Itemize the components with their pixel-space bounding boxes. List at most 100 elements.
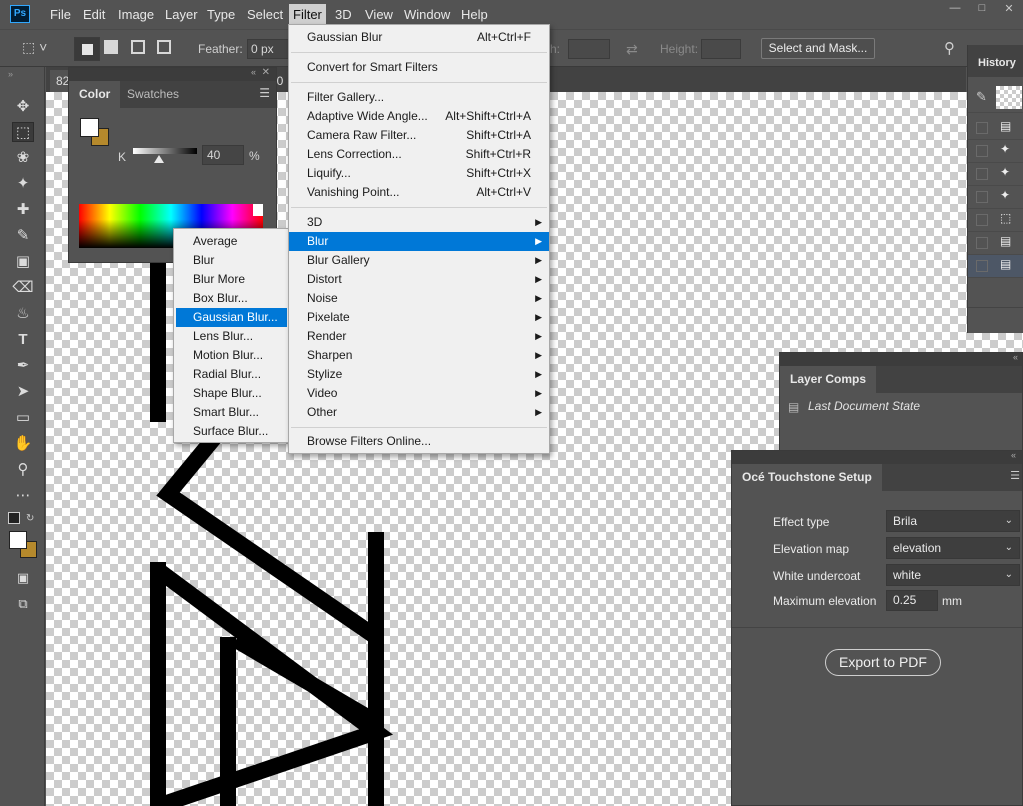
menu-help[interactable]: Help xyxy=(461,7,488,22)
menu-item-browse-filters-online[interactable]: Browse Filters Online... xyxy=(289,432,549,451)
menu-layer[interactable]: Layer xyxy=(165,7,198,22)
k-value-input[interactable]: 40 xyxy=(202,145,244,165)
marquee-tool-icon[interactable]: ⬚ xyxy=(12,122,34,142)
magic-wand-tool-icon[interactable]: ✦ xyxy=(12,174,34,194)
white-undercoat-select[interactable]: white ⌄ xyxy=(886,564,1020,586)
brush-tool-icon[interactable]: ✎ xyxy=(12,226,34,246)
k-slider-thumb[interactable] xyxy=(153,155,164,163)
menu-item-blur-gallery[interactable]: Blur Gallery ▶ xyxy=(289,251,549,270)
maximize-icon[interactable]: □ xyxy=(973,2,991,16)
menu-item-stylize[interactable]: Stylize ▶ xyxy=(289,365,549,384)
submenu-item-gaussian-blur[interactable]: Gaussian Blur... xyxy=(176,308,287,327)
path-selection-tool-icon[interactable]: ➤ xyxy=(12,382,34,402)
menu-type[interactable]: Type xyxy=(207,7,235,22)
width-input[interactable] xyxy=(568,39,610,59)
history-row-active[interactable]: ▤ xyxy=(968,255,1023,278)
menu-filter[interactable]: Filter xyxy=(289,4,326,25)
submenu-item-box-blur[interactable]: Box Blur... xyxy=(176,289,287,308)
tab-swatches[interactable]: Swatches xyxy=(117,81,189,108)
menu-item-noise[interactable]: Noise ▶ xyxy=(289,289,549,308)
stamp-tool-icon[interactable]: ▣ xyxy=(12,252,34,272)
tab-oce-touchstone-setup[interactable]: Océ Touchstone Setup xyxy=(732,464,882,491)
panel-menu-icon[interactable]: ☰ xyxy=(259,86,270,100)
menu-item-camera-raw[interactable]: Camera Raw Filter... Shift+Ctrl+A xyxy=(289,126,549,145)
white-swatch[interactable] xyxy=(253,204,263,216)
new-selection-icon[interactable] xyxy=(74,37,100,61)
search-icon[interactable]: ⚲ xyxy=(944,39,955,57)
menu-item-pixelate[interactable]: Pixelate ▶ xyxy=(289,308,549,327)
intersect-selection-icon[interactable] xyxy=(157,40,171,54)
collapse-icon[interactable]: « xyxy=(1011,450,1016,460)
menu-select[interactable]: Select xyxy=(247,7,283,22)
submenu-item-radial-blur[interactable]: Radial Blur... xyxy=(176,365,287,384)
close-icon[interactable]: ✕ xyxy=(1000,2,1018,16)
paint-bucket-tool-icon[interactable]: ♨ xyxy=(12,304,34,324)
toolbar-collapse-icon[interactable]: » xyxy=(8,69,13,79)
menu-item-last-filter[interactable]: Gaussian Blur Alt+Ctrl+F xyxy=(289,28,549,47)
menu-item-convert-smart-filters[interactable]: Convert for Smart Filters xyxy=(289,58,549,77)
minimize-icon[interactable]: — xyxy=(946,2,964,16)
lasso-tool-icon[interactable]: ❀ xyxy=(12,148,34,168)
menu-item-3d[interactable]: 3D ▶ xyxy=(289,213,549,232)
menu-item-liquify[interactable]: Liquify... Shift+Ctrl+X xyxy=(289,164,549,183)
menu-item-filter-gallery[interactable]: Filter Gallery... xyxy=(289,88,549,107)
panel-close-icon[interactable]: ✕ xyxy=(262,67,270,78)
menu-item-adaptive-wide-angle[interactable]: Adaptive Wide Angle... Alt+Shift+Ctrl+A xyxy=(289,107,549,126)
foreground-color-swatch[interactable] xyxy=(9,531,27,549)
effect-type-select[interactable]: Brila ⌄ xyxy=(886,510,1020,532)
panel-collapse-bar[interactable]: « xyxy=(732,450,1022,464)
submenu-item-lens-blur[interactable]: Lens Blur... xyxy=(176,327,287,346)
menu-item-lens-correction[interactable]: Lens Correction... Shift+Ctrl+R xyxy=(289,145,549,164)
rectangle-tool-icon[interactable]: ▭ xyxy=(12,408,34,428)
submenu-item-blur[interactable]: Blur xyxy=(176,251,287,270)
menu-image[interactable]: Image xyxy=(118,7,154,22)
pen-tool-icon[interactable]: ✒ xyxy=(12,356,34,376)
swap-colors-icon[interactable]: ↻ xyxy=(26,513,34,524)
swap-icon[interactable]: ⇄ xyxy=(626,41,638,58)
menu-item-render[interactable]: Render ▶ xyxy=(289,327,549,346)
layer-comp-item[interactable]: Last Document State xyxy=(808,399,920,413)
export-to-pdf-button[interactable]: Export to PDF xyxy=(825,649,941,676)
marquee-preset-icon[interactable]: ⬚ ˅ xyxy=(22,39,64,59)
collapse-icon[interactable]: « xyxy=(251,67,256,77)
k-slider-track[interactable] xyxy=(133,148,197,154)
submenu-item-shape-blur[interactable]: Shape Blur... xyxy=(176,384,287,403)
menu-item-video[interactable]: Video ▶ xyxy=(289,384,549,403)
submenu-item-smart-blur[interactable]: Smart Blur... xyxy=(176,403,287,422)
submenu-item-blur-more[interactable]: Blur More xyxy=(176,270,287,289)
subtract-selection-icon[interactable] xyxy=(131,40,145,54)
select-and-mask-button[interactable]: Select and Mask... xyxy=(761,38,875,59)
height-input[interactable] xyxy=(701,39,741,59)
more-tools-icon[interactable]: ⋯ xyxy=(12,486,34,506)
eyedropper-tool-icon[interactable]: ✚ xyxy=(12,200,34,220)
screen-mode-icon[interactable]: ⧉ xyxy=(12,594,34,614)
default-colors-icon[interactable] xyxy=(8,512,20,524)
tab-color[interactable]: Color xyxy=(69,81,121,108)
move-tool-icon[interactable]: ✥ xyxy=(12,97,34,117)
add-to-selection-icon[interactable] xyxy=(104,40,118,54)
menu-item-distort[interactable]: Distort ▶ xyxy=(289,270,549,289)
panel-collapse-bar[interactable]: « ✕ xyxy=(69,67,276,81)
zoom-tool-icon[interactable]: ⚲ xyxy=(12,460,34,480)
history-row[interactable]: ✦ xyxy=(968,140,1023,163)
submenu-item-motion-blur[interactable]: Motion Blur... xyxy=(176,346,287,365)
type-tool-icon[interactable]: T xyxy=(12,330,34,350)
history-row[interactable]: ⬚ xyxy=(968,209,1023,232)
history-row[interactable]: ▤ xyxy=(968,232,1023,255)
menu-file[interactable]: File xyxy=(50,7,71,22)
history-snapshot-row[interactable]: ✎ xyxy=(968,83,1023,113)
history-row[interactable]: ▤ xyxy=(968,117,1023,140)
max-elevation-input[interactable]: 0.25 xyxy=(886,590,938,611)
menu-item-blur[interactable]: Blur ▶ xyxy=(289,232,549,251)
eraser-tool-icon[interactable]: ⌫ xyxy=(12,278,34,298)
history-brush-icon[interactable]: ✎ xyxy=(976,89,987,105)
tab-history[interactable]: History xyxy=(978,57,1016,69)
menu-item-other[interactable]: Other ▶ xyxy=(289,403,549,422)
quick-mask-icon[interactable]: ▣ xyxy=(12,568,34,588)
history-row[interactable]: ✦ xyxy=(968,163,1023,186)
panel-menu-icon[interactable]: ☰ xyxy=(1010,469,1020,482)
hand-tool-icon[interactable]: ✋ xyxy=(12,434,34,454)
elevation-map-select[interactable]: elevation ⌄ xyxy=(886,537,1020,559)
submenu-item-average[interactable]: Average xyxy=(176,232,287,251)
menu-window[interactable]: Window xyxy=(404,7,450,22)
